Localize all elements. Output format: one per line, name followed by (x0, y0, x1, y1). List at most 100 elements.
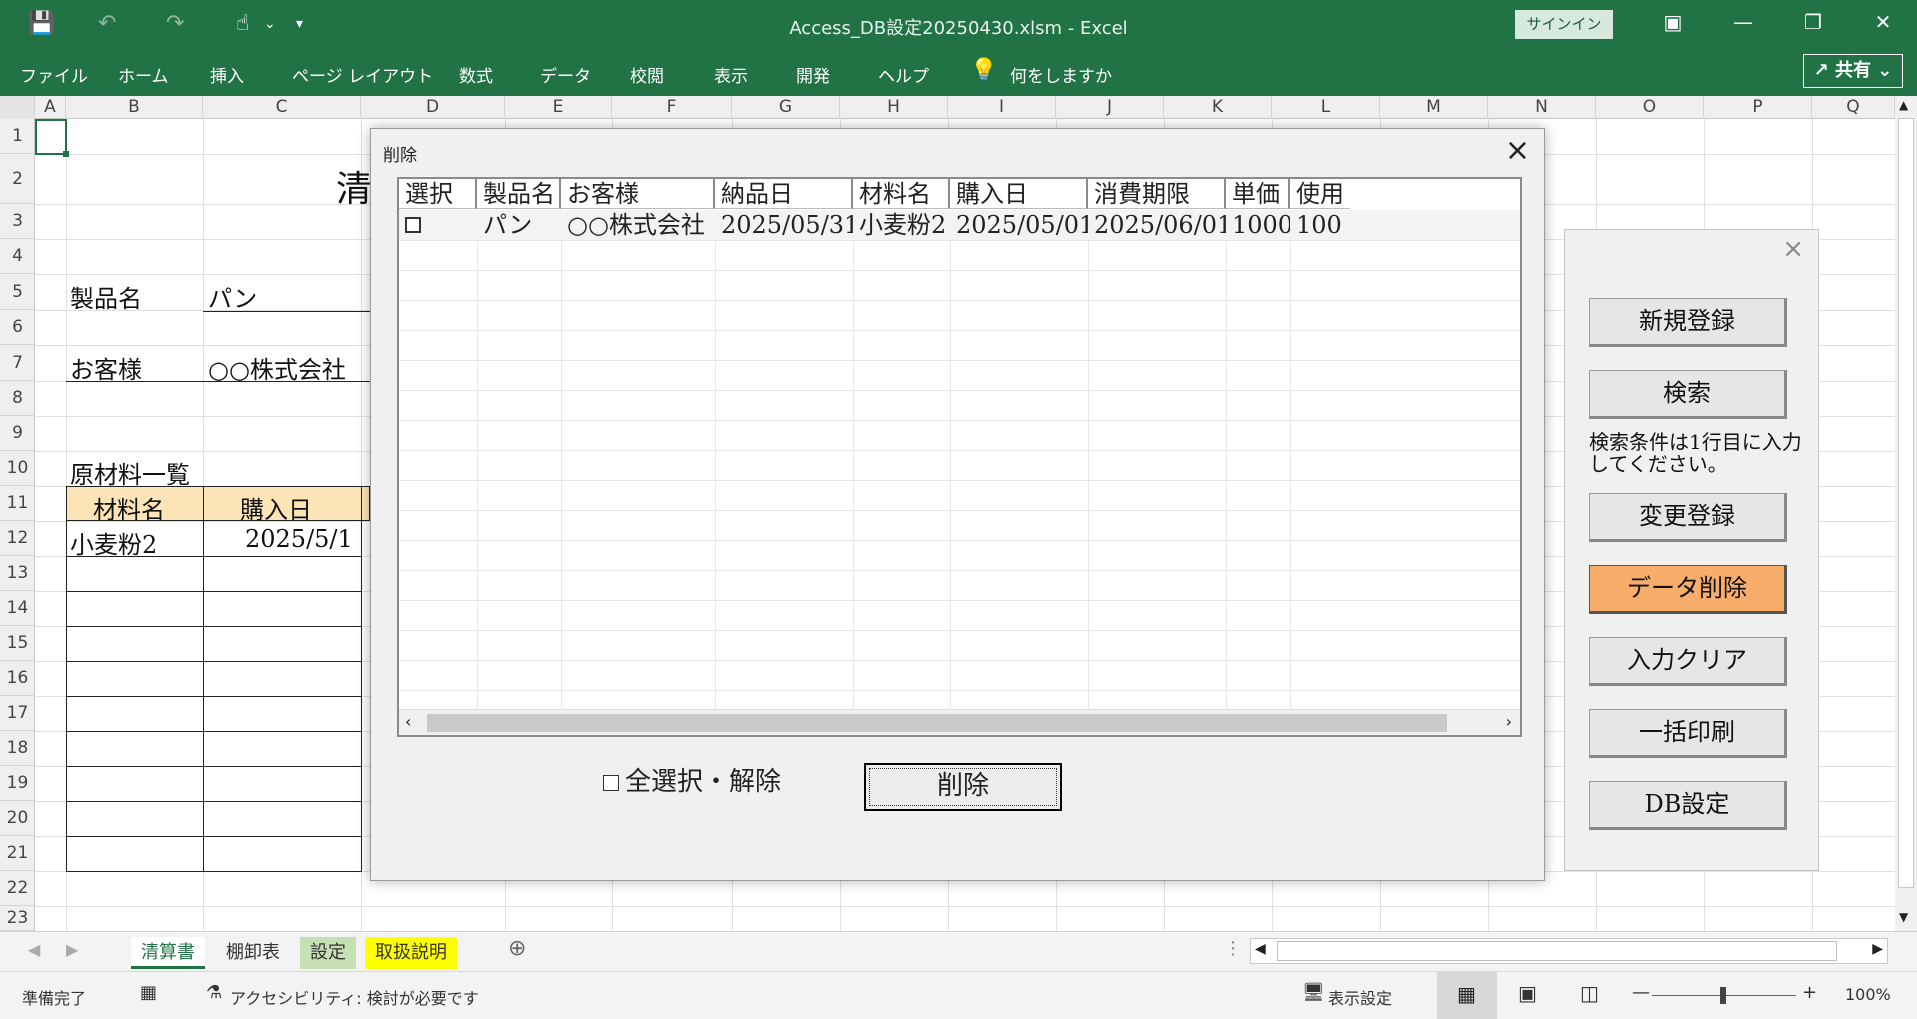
page-break-view-icon[interactable]: ◫ (1580, 981, 1599, 1005)
col-header-delivery[interactable]: 納品日 (715, 179, 853, 209)
col-header-price[interactable]: 単価 (1226, 179, 1290, 209)
row-header[interactable]: 4 (0, 239, 35, 274)
column-header[interactable]: O (1596, 96, 1704, 119)
horizontal-scrollbar[interactable]: ◀ ▶ (1250, 938, 1888, 964)
clear-input-button[interactable]: 入力クリア (1589, 637, 1787, 686)
tab-home[interactable]: ホーム (118, 62, 169, 87)
scroll-left-icon[interactable]: ‹ (405, 712, 411, 731)
row-header[interactable]: 7 (0, 345, 35, 381)
column-header[interactable]: B (66, 96, 203, 119)
close-icon[interactable]: ✕ (1868, 10, 1898, 34)
row-header[interactable]: 16 (0, 661, 35, 696)
record-listview[interactable]: 選択 製品名 お客様 納品日 材料名 購入日 消費期限 単価 使用 パン ○○株… (397, 177, 1522, 737)
ribbon-display-icon[interactable]: ▣ (1658, 10, 1688, 34)
tab-view[interactable]: 表示 (714, 62, 748, 87)
delete-data-button[interactable]: データ削除 (1589, 565, 1787, 614)
row-header[interactable]: 18 (0, 731, 35, 766)
column-header[interactable]: N (1488, 96, 1596, 119)
row-header[interactable]: 23 (0, 906, 35, 931)
column-header[interactable]: C (203, 96, 361, 119)
db-settings-button[interactable]: DB設定 (1589, 781, 1787, 830)
col-header-select[interactable]: 選択 (399, 179, 477, 209)
column-header[interactable]: P (1704, 96, 1812, 119)
sheet-tab-seisansho[interactable]: 清算書 (131, 937, 205, 969)
row-header[interactable]: 13 (0, 556, 35, 591)
row-header[interactable]: 6 (0, 310, 35, 345)
col-header-usage[interactable]: 使用 (1290, 179, 1350, 209)
column-header[interactable]: F (612, 96, 732, 119)
active-cell-a1[interactable] (35, 119, 67, 155)
hscroll-left-icon[interactable]: ◀ (1255, 941, 1266, 957)
row-header[interactable]: 11 (0, 486, 35, 521)
col-header-expiry[interactable]: 消費期限 (1088, 179, 1226, 209)
row-header[interactable]: 1 (0, 119, 35, 154)
scroll-down-icon[interactable]: ▼ (1899, 910, 1908, 924)
column-header[interactable]: A (35, 96, 66, 119)
hscroll-right-icon[interactable]: ▶ (1872, 941, 1883, 957)
minimize-icon[interactable]: — (1728, 10, 1758, 34)
column-header[interactable]: M (1380, 96, 1488, 119)
row-header[interactable]: 3 (0, 204, 35, 239)
delete-button[interactable]: 削除 (864, 763, 1062, 811)
scroll-right-icon[interactable]: › (1506, 712, 1512, 731)
column-header[interactable]: J (1056, 96, 1164, 119)
scroll-thumb[interactable] (1898, 118, 1914, 888)
vertical-scrollbar[interactable]: ▲ ▼ (1895, 96, 1917, 931)
col-header-material[interactable]: 材料名 (853, 179, 950, 209)
sheet-tab-manual[interactable]: 取扱説明 (365, 937, 457, 969)
select-all-corner[interactable] (0, 96, 35, 119)
tab-data[interactable]: データ (540, 62, 591, 87)
zoom-level[interactable]: 100% (1845, 985, 1891, 1004)
search-button[interactable]: 検索 (1589, 370, 1787, 419)
dialog-close-icon[interactable]: × (1505, 133, 1530, 168)
column-header[interactable]: K (1164, 96, 1272, 119)
tab-insert[interactable]: 挿入 (210, 62, 244, 87)
new-register-button[interactable]: 新規登録 (1589, 298, 1787, 347)
splitter-icon[interactable]: ⋮ (1224, 938, 1242, 959)
tab-help[interactable]: ヘルプ (878, 62, 929, 87)
row-header[interactable]: 9 (0, 416, 35, 451)
tell-me-search[interactable]: 何をしますか (1010, 62, 1112, 87)
col-header-purchase[interactable]: 購入日 (950, 179, 1088, 209)
row-header[interactable]: 14 (0, 591, 35, 626)
row-header[interactable]: 10 (0, 451, 35, 486)
column-header[interactable]: G (732, 96, 840, 119)
column-header[interactable]: L (1272, 96, 1380, 119)
fill-handle[interactable] (63, 151, 69, 157)
col-header-customer[interactable]: お客様 (561, 179, 715, 209)
page-layout-view-icon[interactable]: ▣ (1518, 981, 1537, 1005)
restore-icon[interactable]: ❐ (1798, 10, 1828, 34)
signin-button[interactable]: サインイン (1515, 10, 1613, 39)
select-all-checkbox[interactable]: 全選択・解除 (603, 761, 781, 798)
normal-view-button[interactable]: ▦ (1437, 972, 1497, 1019)
display-settings[interactable]: 表示設定 (1328, 985, 1392, 1009)
row-header[interactable]: 5 (0, 274, 35, 310)
accessibility-icon[interactable]: ⚗ (206, 982, 222, 1003)
tab-review[interactable]: 校閲 (630, 62, 664, 87)
tab-developer[interactable]: 開発 (796, 62, 830, 87)
col-header-product[interactable]: 製品名 (477, 179, 561, 209)
tab-file[interactable]: ファイル (20, 62, 88, 87)
hscroll-thumb[interactable] (1277, 941, 1837, 961)
macro-record-icon[interactable]: ▦ (140, 982, 157, 1003)
next-sheet-icon[interactable]: ▶ (66, 940, 78, 959)
prev-sheet-icon[interactable]: ◀ (28, 940, 40, 959)
zoom-slider-thumb[interactable] (1720, 987, 1726, 1004)
row-header[interactable]: 22 (0, 871, 35, 906)
scroll-up-icon[interactable]: ▲ (1899, 98, 1908, 112)
column-header[interactable]: D (361, 96, 505, 119)
row-header[interactable]: 15 (0, 626, 35, 661)
tab-page-layout[interactable]: ページ レイアウト (292, 62, 433, 87)
column-header[interactable]: H (840, 96, 948, 119)
panel-close-icon[interactable]: × (1782, 234, 1804, 264)
row-header[interactable]: 2 (0, 154, 35, 204)
row-header[interactable]: 12 (0, 521, 35, 556)
row-header[interactable]: 20 (0, 801, 35, 836)
sheet-tab-tanaoroshi[interactable]: 棚卸表 (216, 937, 290, 969)
sheet-tab-settings[interactable]: 設定 (300, 937, 356, 969)
column-header[interactable]: I (948, 96, 1056, 119)
update-register-button[interactable]: 変更登録 (1589, 493, 1787, 542)
display-settings-icon[interactable]: 🖥 (1302, 982, 1325, 1003)
share-button[interactable]: ↗ 共有 ⌄ (1803, 54, 1903, 88)
zoom-in-icon[interactable]: + (1802, 982, 1817, 1003)
